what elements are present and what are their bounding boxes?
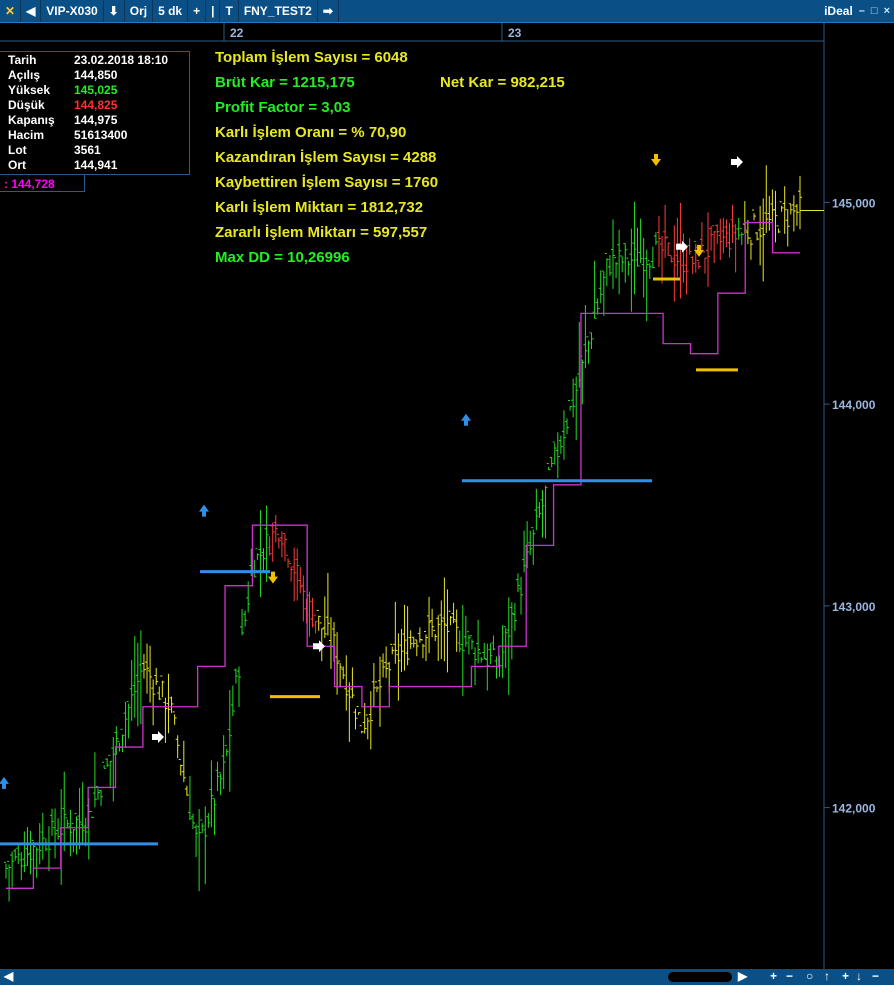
date-label: 23 xyxy=(508,26,522,40)
y-tick-label: 145,000 xyxy=(832,196,876,210)
info-label: Yüksek xyxy=(8,83,51,97)
text-icon[interactable]: T xyxy=(220,0,239,22)
close-window-icon[interactable]: × xyxy=(884,5,890,17)
info-value: 144,941 xyxy=(74,158,118,172)
exit-arrow-icon xyxy=(731,156,743,169)
stat-max-dd: Max DD = 10,26996 xyxy=(215,249,350,266)
stat-win-rate: Karlı İşlem Oranı = % 70,90 xyxy=(215,124,407,141)
stat-win-amount: Karlı İşlem Miktarı = 1812,732 xyxy=(215,199,424,216)
forward-arrow-icon[interactable]: ➡ xyxy=(318,0,339,22)
up-icon[interactable]: ↑ xyxy=(824,969,830,983)
info-row: Açılış 144,850 xyxy=(0,68,189,83)
toolbar: ✕ ◀ VIP-X030 ⬇ Orj 5 dk + | T FNY_TEST2 … xyxy=(0,0,894,23)
strategy-selector[interactable]: FNY_TEST2 xyxy=(239,0,318,22)
sell-arrow-icon xyxy=(651,154,661,167)
stat-gross-profit: Brüt Kar = 1215,175 xyxy=(215,74,355,91)
strategy-label: FNY_TEST2 xyxy=(243,4,312,18)
brand-label: iDeal xyxy=(824,4,853,18)
stat-profit-factor: Profit Factor = 3,03 xyxy=(215,99,351,116)
date-strip xyxy=(0,23,824,41)
info-row: Ort 144,941 xyxy=(0,158,189,173)
info-label: Hacim xyxy=(8,128,45,142)
info-row: Tarih 23.02.2018 18:10 xyxy=(0,53,189,68)
symbol-label: VIP-X030 xyxy=(46,4,98,18)
info-label: Kapanış xyxy=(8,113,55,127)
y-axis: 142,000 143,000 144,000 145,000 xyxy=(800,196,876,816)
stat-total-trades: Toplam İşlem Sayısı = 6048 xyxy=(215,49,408,66)
zoom-out-icon[interactable]: − xyxy=(786,969,793,983)
maximize-icon[interactable]: □ xyxy=(871,5,878,17)
minimize-icon[interactable]: – xyxy=(859,5,865,17)
info-value: 144,975 xyxy=(74,113,118,127)
info-value: 144,825 xyxy=(74,98,118,112)
stop-line xyxy=(6,221,800,889)
symbol-selector[interactable]: VIP-X030 xyxy=(41,0,104,22)
exit-arrow-icon xyxy=(152,731,164,743)
info-row: Kapanış 144,975 xyxy=(0,113,189,128)
info-label: Ort xyxy=(8,158,26,172)
info-value: 3561 xyxy=(74,143,101,157)
info-value: 145,025 xyxy=(74,83,118,97)
stop-line-path xyxy=(6,221,800,889)
back-arrow-icon[interactable]: ◀ xyxy=(21,0,42,22)
info-row: Düşük 144,825 xyxy=(0,98,189,113)
price-bars xyxy=(4,165,802,902)
info-row: Hacim 51613400 xyxy=(0,128,189,143)
scroll-thumb[interactable] xyxy=(668,972,732,982)
info-label: Açılış xyxy=(8,68,41,82)
y-tick-label: 143,000 xyxy=(832,600,876,614)
buy-arrow-icon xyxy=(461,413,471,426)
scroll-left-icon[interactable]: ◀ xyxy=(4,969,13,983)
period-selector[interactable]: 5 dk xyxy=(153,0,189,22)
stat-losing-trades: Kaybettiren İşlem Sayısı = 1760 xyxy=(215,174,439,191)
zoom-in-icon[interactable]: + xyxy=(770,969,777,983)
info-row: Lot 3561 xyxy=(0,143,189,158)
info-label: Tarih xyxy=(8,53,37,67)
ohlc-info-panel: Tarih 23.02.2018 18:10 Açılış 144,850 Yüksek… xyxy=(0,51,190,175)
y-tick-label: 142,000 xyxy=(832,802,876,816)
scroll-right-icon[interactable]: ▶ xyxy=(738,969,747,983)
y-tick-label: 144,000 xyxy=(832,398,876,412)
sell-arrow-icon xyxy=(268,571,278,584)
cursor-value: : 144,728 xyxy=(0,174,85,192)
stat-loss-amount: Zararlı İşlem Miktarı = 597,557 xyxy=(215,224,428,241)
info-row: Yüksek 145,025 xyxy=(0,83,189,98)
stat-winning-trades: Kazandıran İşlem Sayısı = 4288 xyxy=(215,149,437,166)
period-label: 5 dk xyxy=(158,4,183,18)
date-label: 22 xyxy=(230,26,244,40)
buy-arrow-icon xyxy=(0,776,9,789)
reset-icon[interactable]: ○ xyxy=(806,969,813,983)
plus-icon[interactable]: + xyxy=(842,969,849,983)
info-label: Düşük xyxy=(8,98,45,112)
down-icon[interactable]: ↓ xyxy=(856,969,862,983)
info-value: 23.02.2018 18:10 xyxy=(74,53,169,67)
add-icon[interactable]: + xyxy=(188,0,207,22)
buy-arrow-icon xyxy=(199,504,209,517)
exit-arrow-icon xyxy=(313,640,325,653)
mode-selector[interactable]: Orj xyxy=(125,0,154,22)
stat-net-profit: Net Kar = 982,215 xyxy=(440,74,565,91)
bar-icon[interactable]: | xyxy=(206,0,221,22)
close-icon[interactable]: ✕ xyxy=(0,0,22,22)
info-value: 144,850 xyxy=(74,68,118,82)
info-value: 51613400 xyxy=(74,128,128,142)
bottom-scrollbar[interactable]: ◀ ▶ + − ○ ↑ + ↓ − xyxy=(0,969,894,985)
mode-label: Orj xyxy=(129,4,148,18)
info-label: Lot xyxy=(8,143,27,157)
download-icon[interactable]: ⬇ xyxy=(104,0,125,22)
minus-icon[interactable]: − xyxy=(872,969,879,983)
